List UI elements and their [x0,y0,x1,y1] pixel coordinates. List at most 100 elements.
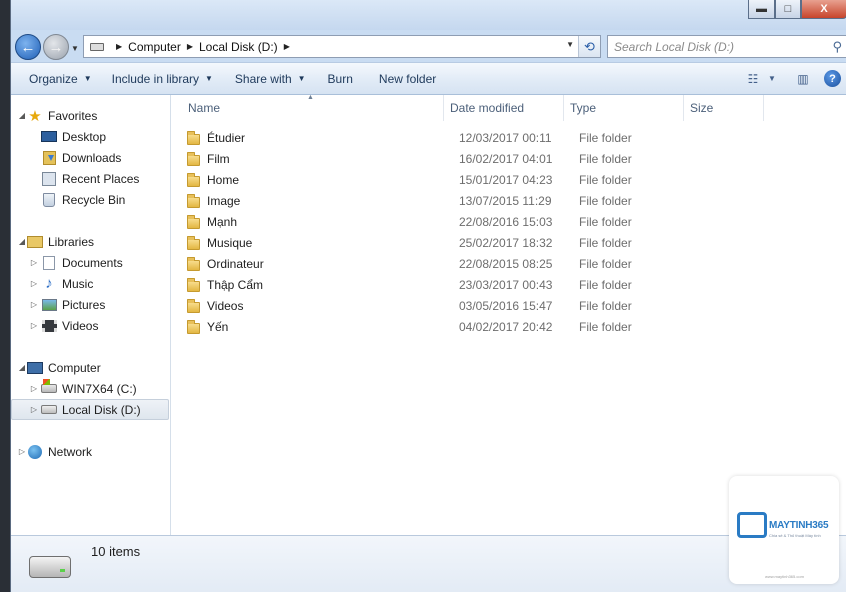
command-bar: Organize ▼ Include in library ▼ Share with… [11,62,846,95]
organize-button[interactable]: Organize ▼ [20,67,101,91]
close-button[interactable]: X [801,0,846,19]
documents-icon [41,255,57,270]
chevron-right-icon[interactable]: ▷ [29,279,39,288]
chevron-right-icon[interactable]: ▶ [187,42,193,51]
new-folder-button[interactable]: New folder [370,67,445,91]
help-button[interactable]: ? [824,70,841,87]
nav-libraries[interactable]: ◢ Libraries [11,231,169,252]
burn-button[interactable]: Burn [319,67,362,91]
file-date: 22/08/2016 15:03 [459,214,553,229]
nav-label: WIN7X64 (C:) [62,381,137,396]
watermark-url: www.maytinh365.com [765,574,804,579]
file-name: Ordinateur [207,256,264,271]
chevron-right-icon[interactable]: ▶ [284,42,290,51]
table-row[interactable]: Videos 03/05/2016 15:47 File folder [187,295,767,316]
file-date: 22/08/2015 08:25 [459,256,553,271]
nav-item-recycle-bin[interactable]: Recycle Bin [11,189,169,210]
nav-label: Local Disk (D:) [62,402,141,417]
chevron-right-icon[interactable]: ▷ [17,447,27,456]
network-icon [27,444,43,459]
nav-item-local-disk[interactable]: ▷ Local Disk (D:) [11,399,169,420]
address-dropdown-icon[interactable]: ▼ [566,40,574,49]
file-name: Film [207,151,230,166]
include-in-library-label: Include in library [111,71,199,86]
nav-label: Music [62,276,94,291]
table-row[interactable]: Ordinateur 22/08/2015 08:25 File folder [187,253,767,274]
nav-item-music[interactable]: ▷ ♪ Music [11,273,169,294]
nav-label: Recent Places [62,171,140,186]
caption-buttons: ▬ □ X [748,0,846,20]
expand-icon[interactable]: ◢ [17,237,27,246]
table-row[interactable]: Thập Cẩm 23/03/2017 00:43 File folder [187,274,767,295]
file-name: Image [207,193,241,208]
chevron-right-icon[interactable]: ▷ [29,300,39,309]
arrow-right-icon: → [48,38,64,56]
windows-drive-icon [41,379,57,396]
file-name: Musique [207,235,253,250]
nav-label: Desktop [62,129,107,144]
chevron-right-icon[interactable]: ▶ [116,42,122,51]
table-row[interactable]: Image 13/07/2015 11:29 File folder [187,190,767,211]
file-name: Yến [207,319,229,334]
column-headers: ▲ Name Date modified Type Size [171,94,846,121]
include-in-library-button[interactable]: Include in library ▼ [103,67,222,91]
column-type[interactable]: Type [564,95,684,121]
details-pane: 10 items [11,535,846,592]
change-view-button[interactable]: ☷ [740,68,766,90]
chevron-right-icon[interactable]: ▷ [29,258,39,267]
column-date-modified[interactable]: Date modified [444,95,564,121]
forward-button[interactable]: → [43,34,69,60]
back-button[interactable]: ← [15,34,41,60]
search-icon[interactable]: ⚲ [832,39,842,55]
search-box[interactable]: Search Local Disk (D:) ⚲ [607,35,846,58]
title-bar: ▬ □ X [11,0,846,30]
chevron-right-icon[interactable]: ▷ [29,321,39,330]
file-list: ▲ Name Date modified Type Size Étudier 1… [171,94,846,535]
table-row[interactable]: Mạnh 22/08/2016 15:03 File folder [187,211,767,232]
pictures-icon [41,298,57,312]
expand-icon[interactable]: ◢ [17,111,27,120]
address-bar[interactable]: ▶ Computer ▶ Local Disk (D:) ▶ ▼ ⟲ [83,35,601,58]
table-row[interactable]: Yến 04/02/2017 20:42 File folder [187,316,767,337]
desktop-icon [41,130,57,144]
file-name: Étudier [207,130,246,145]
file-type: File folder [579,277,632,292]
table-row[interactable]: Musique 25/02/2017 18:32 File folder [187,232,767,253]
breadcrumb-local-disk[interactable]: Local Disk (D:) [199,40,278,54]
nav-favorites[interactable]: ◢ ★ Favorites [11,105,169,126]
nav-item-videos[interactable]: ▷ Videos [11,315,169,336]
drive-icon [41,403,57,417]
recent-pages-dropdown[interactable]: ▼ [71,44,79,53]
nav-item-downloads[interactable]: Downloads [11,147,169,168]
expand-icon[interactable]: ◢ [17,363,27,372]
file-date: 23/03/2017 00:43 [459,277,553,292]
share-with-button[interactable]: Share with ▼ [226,67,315,91]
preview-pane-button[interactable]: ▥ [790,68,816,90]
chevron-right-icon[interactable]: ▷ [29,384,39,393]
file-type: File folder [579,193,632,208]
table-row[interactable]: Home 15/01/2017 04:23 File folder [187,169,767,190]
view-options-dropdown[interactable]: ▼ [766,68,778,90]
refresh-button[interactable]: ⟲ [578,36,600,57]
column-name[interactable]: Name [182,95,444,121]
nav-item-win7x64[interactable]: ▷ WIN7X64 (C:) [11,378,169,399]
nav-item-desktop[interactable]: Desktop [11,126,169,147]
table-row[interactable]: Étudier 12/03/2017 00:11 File folder [187,127,767,148]
star-icon: ★ [28,107,42,125]
column-size[interactable]: Size [684,95,764,121]
chevron-right-icon[interactable]: ▷ [29,405,39,414]
nav-computer[interactable]: ◢ Computer [11,357,169,378]
nav-item-recent-places[interactable]: Recent Places [11,168,169,189]
file-date: 13/07/2015 11:29 [459,193,552,208]
table-row[interactable]: Film 16/02/2017 04:01 File folder [187,148,767,169]
maximize-button[interactable]: □ [775,0,801,19]
breadcrumb-computer[interactable]: Computer [128,40,181,54]
nav-item-documents[interactable]: ▷ Documents [11,252,169,273]
watermark-brand: MAYTINH365 [769,520,829,531]
monitor-logo-icon [737,512,767,538]
minimize-button[interactable]: ▬ [748,0,775,19]
nav-item-pictures[interactable]: ▷ Pictures [11,294,169,315]
nav-network[interactable]: ▷ Network [11,441,169,462]
preview-pane-icon: ▥ [797,71,809,86]
file-date: 04/02/2017 20:42 [459,319,553,334]
